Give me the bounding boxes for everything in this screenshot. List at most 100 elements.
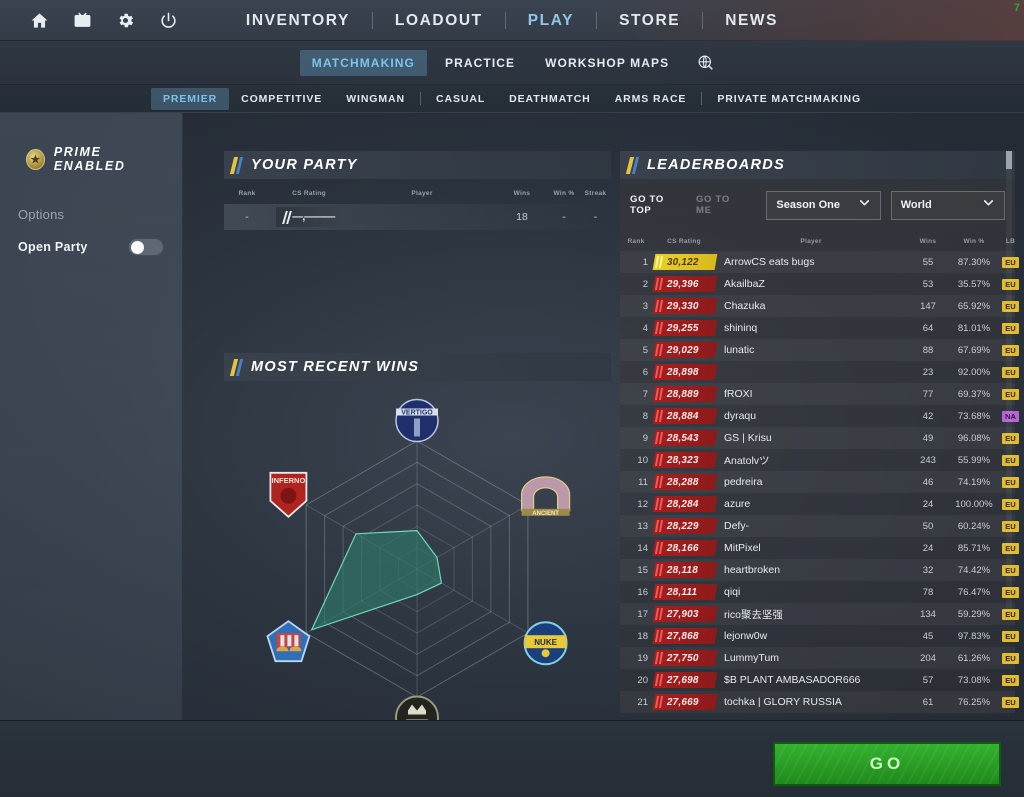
party-member-row[interactable]: - —,——— 18 - - bbox=[224, 204, 611, 230]
go-button[interactable]: GO bbox=[773, 742, 1001, 786]
leaderboard-wins: 42 bbox=[922, 410, 934, 422]
leaderboard-rating-cell: 28,111 bbox=[652, 584, 718, 600]
map-icon-vertigo[interactable]: VERTIGO bbox=[395, 398, 439, 443]
leaderboard-row[interactable]: 2 29,396 AkailbaZ 53 35.57% EU bbox=[620, 273, 1019, 295]
leaderboard-rank: 11 bbox=[638, 476, 648, 488]
leaderboard-rank: 4 bbox=[642, 322, 648, 334]
cs-rating-badge: 29,255 bbox=[652, 320, 718, 336]
tab-matchmaking[interactable]: MATCHMAKING bbox=[299, 49, 427, 76]
cs-rating-value: 29,255 bbox=[667, 322, 699, 334]
leaderboard-player-name: Chazuka bbox=[724, 300, 766, 312]
mode-divider bbox=[419, 92, 421, 105]
cs-rating-badge: 29,330 bbox=[652, 298, 718, 314]
mode-tab-arms-race[interactable]: ARMS RACE bbox=[603, 88, 699, 110]
leaderboard-rank: 8 bbox=[642, 410, 648, 422]
leaderboard-rank: 14 bbox=[637, 542, 648, 554]
party-rating-value: —,——— bbox=[292, 211, 335, 223]
map-icon-inferno[interactable]: INFERNO bbox=[269, 471, 308, 519]
options-heading: Options bbox=[18, 207, 65, 222]
globe-search-icon[interactable] bbox=[687, 54, 724, 71]
party-col-streak: Streak bbox=[584, 190, 607, 197]
leaderboard-rating-cell: 28,288 bbox=[652, 474, 718, 490]
sub-navigation-bar: MATCHMAKING PRACTICE WORKSHOP MAPS bbox=[0, 41, 1024, 85]
rating-slashes-icon bbox=[654, 630, 663, 642]
leaderboard-row[interactable]: 12 28,284 azure 24 100.00% EU bbox=[620, 493, 1019, 515]
leaderboard-row[interactable]: 10 28,323 Anatolvツ 243 55.99% EU bbox=[620, 449, 1019, 471]
leaderboard-scrollbar-track[interactable] bbox=[1006, 151, 1012, 611]
leaderboard-rating-cell: 30,122 bbox=[652, 254, 718, 270]
rating-slashes-icon bbox=[654, 300, 663, 312]
leaderboard-row[interactable]: 6 28,898 23 92.00% EU bbox=[620, 361, 1019, 383]
map-icon-overpass[interactable] bbox=[395, 695, 439, 740]
cs-rating-value: 28,284 bbox=[667, 498, 699, 510]
leaderboard-rank: 15 bbox=[637, 564, 648, 576]
mode-tab-private-matchmaking[interactable]: PRIVATE MATCHMAKING bbox=[705, 88, 873, 110]
map-icon-nuke[interactable]: NUKE bbox=[523, 621, 568, 666]
leaderboard-player-name: qiqi bbox=[724, 586, 741, 598]
mode-tab-casual[interactable]: CASUAL bbox=[424, 88, 497, 110]
cs-rating-badge: 28,288 bbox=[652, 474, 718, 490]
tab-workshop-maps[interactable]: WORKSHOP MAPS bbox=[533, 50, 681, 76]
leaderboard-row[interactable]: 17 27,903 rico聚去坚强 134 59.29% EU bbox=[620, 603, 1019, 625]
open-party-toggle[interactable] bbox=[128, 238, 164, 256]
leaderboard-win-percent: 85.71% bbox=[957, 542, 991, 554]
leaderboard-row[interactable]: 15 28,118 heartbroken 32 74.42% EU bbox=[620, 559, 1019, 581]
topnav-link-group: INVENTORY LOADOUT PLAY STORE NEWS bbox=[0, 0, 1024, 41]
your-party-column-headers: Rank CS Rating Player Wins Win % Streak bbox=[224, 179, 611, 201]
nav-link-news[interactable]: NEWS bbox=[703, 12, 800, 30]
season-dropdown[interactable]: Season One bbox=[766, 190, 881, 220]
mode-tab-deathmatch[interactable]: DEATHMATCH bbox=[497, 88, 603, 110]
leaderboard-rating-cell: 27,903 bbox=[652, 606, 718, 622]
nav-link-loadout[interactable]: LOADOUT bbox=[373, 12, 505, 30]
nav-divider bbox=[371, 12, 373, 29]
leaderboard-row[interactable]: 11 28,288 pedreira 46 74.19% EU bbox=[620, 471, 1019, 493]
leaderboard-wins: 61 bbox=[922, 696, 934, 708]
nav-link-store[interactable]: STORE bbox=[597, 12, 702, 30]
leaderboard-row[interactable]: 18 27,868 lejonw0w 45 97.83% EU bbox=[620, 625, 1019, 647]
leaderboard-region-badge: EU bbox=[1002, 696, 1019, 708]
radar-chart-svg: VERTIGO ANCIENT NUKE INFERNO bbox=[266, 398, 571, 740]
mode-tab-wingman[interactable]: WINGMAN bbox=[334, 88, 417, 110]
leaderboard-row-list[interactable]: 1 30,122 ArrowCS eats bugs 55 87.30% EU 2 29,39… bbox=[620, 251, 1019, 713]
leaderboard-row[interactable]: 19 27,750 LummyTum 204 61.26% EU bbox=[620, 647, 1019, 669]
region-dropdown[interactable]: World bbox=[890, 190, 1006, 220]
map-icon-ancient[interactable]: ANCIENT bbox=[521, 476, 571, 517]
leaderboard-row[interactable]: 7 28,889 fROXI 77 69.37% EU bbox=[620, 383, 1019, 405]
tab-practice[interactable]: PRACTICE bbox=[433, 50, 527, 76]
leaderboard-wins: 55 bbox=[922, 256, 934, 268]
leaderboard-player-name: pedreira bbox=[724, 476, 763, 488]
go-to-me-link[interactable]: GO TO ME bbox=[696, 194, 746, 216]
leaderboard-player-name: rico聚去坚强 bbox=[724, 608, 783, 621]
leaderboard-row[interactable]: 14 28,166 MitPixel 24 85.71% EU bbox=[620, 537, 1019, 559]
mode-tab-competitive[interactable]: COMPETITIVE bbox=[229, 88, 334, 110]
leaderboard-row[interactable]: 1 30,122 ArrowCS eats bugs 55 87.30% EU bbox=[620, 251, 1019, 273]
go-to-top-link[interactable]: GO TO TOP bbox=[630, 194, 686, 216]
map-icon-mirage[interactable] bbox=[266, 620, 311, 663]
leaderboard-row[interactable]: 9 28,543 GS | Krisu 49 96.08% EU bbox=[620, 427, 1019, 449]
rating-slashes-icon bbox=[654, 344, 663, 356]
cs-rating-value: 28,118 bbox=[667, 564, 699, 576]
mode-tab-premier[interactable]: PREMIER bbox=[150, 87, 230, 110]
prime-status-label: PRIME ENABLED bbox=[53, 145, 126, 173]
leaderboard-row[interactable]: 16 28,111 qiqi 78 76.47% EU bbox=[620, 581, 1019, 603]
leaderboard-player-name: ArrowCS eats bugs bbox=[724, 256, 815, 268]
nav-link-inventory[interactable]: INVENTORY bbox=[224, 12, 372, 30]
leaderboard-row[interactable]: 5 29,029 lunatic 88 67.69% EU bbox=[620, 339, 1019, 361]
rating-slashes-icon bbox=[654, 564, 663, 576]
leaderboard-row[interactable]: 20 27,698 $B PLANT AMBASADOR666 57 73.08% EU bbox=[620, 669, 1019, 691]
leaderboard-rating-cell: 28,884 bbox=[652, 408, 718, 424]
leaderboard-row[interactable]: 4 29,255 shininq 64 81.01% EU bbox=[620, 317, 1019, 339]
rating-slashes-icon bbox=[654, 322, 663, 334]
leaderboard-rank: 21 bbox=[637, 696, 648, 708]
leaderboard-player-name: AkailbaZ bbox=[724, 278, 765, 290]
leaderboard-row[interactable]: 13 28,229 Defy- 50 60.24% EU bbox=[620, 515, 1019, 537]
leaderboard-row[interactable]: 21 27,669 tochka | GLORY RUSSIA 61 76.25% EU bbox=[620, 691, 1019, 713]
open-party-option-row: Open Party bbox=[18, 238, 164, 256]
leaderboard-row[interactable]: 3 29,330 Chazuka 147 65.92% EU bbox=[620, 295, 1019, 317]
leaderboard-rating-cell: 27,750 bbox=[652, 650, 718, 666]
leaderboard-row[interactable]: 8 28,884 dyraqu 42 73.68% NA bbox=[620, 405, 1019, 427]
nav-link-play[interactable]: PLAY bbox=[506, 12, 596, 30]
leaderboard-scrollbar-thumb[interactable] bbox=[1006, 151, 1012, 169]
leaderboard-win-percent: 61.26% bbox=[957, 652, 991, 664]
cs-rating-value: 28,111 bbox=[667, 586, 698, 598]
